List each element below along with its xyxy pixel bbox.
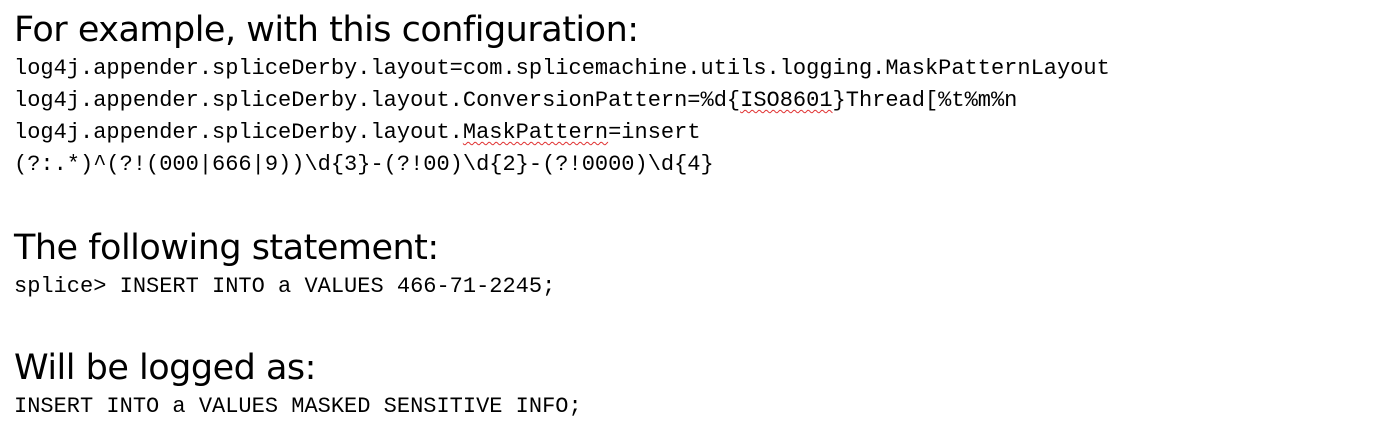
- statement-heading: The following statement:: [14, 228, 439, 268]
- config-code-block: log4j.appender.spliceDerby.layout=com.sp…: [14, 53, 1110, 181]
- spellcheck-flagged-word: MaskPattern: [462, 120, 609, 145]
- config-line-mask-after: =insert: [608, 120, 701, 145]
- config-line-regex: (?:.*)^(?!(000|666|9))\d{3}-(?!00)\d{2}-…: [14, 152, 714, 177]
- spellcheck-flagged-word: ISO8601: [740, 88, 833, 113]
- config-line-mask-before: log4j.appender.spliceDerby.layout.: [14, 120, 463, 145]
- logged-code-line: INSERT INTO a VALUES MASKED SENSITIVE IN…: [14, 394, 582, 419]
- logged-heading: Will be logged as:: [14, 348, 316, 388]
- config-line-conversion-pattern: log4j.appender.spliceDerby.layout.Conver…: [14, 85, 1110, 117]
- config-heading: For example, with this configuration:: [14, 10, 639, 50]
- config-line-conversion-before: log4j.appender.spliceDerby.layout.Conver…: [14, 88, 741, 113]
- config-line-layout: log4j.appender.spliceDerby.layout=com.sp…: [14, 56, 1110, 81]
- config-line-conversion-after: }Thread[%t%m%n: [832, 88, 1018, 113]
- statement-code-line: splice> INSERT INTO a VALUES 466-71-2245…: [14, 274, 556, 299]
- config-line-mask-pattern: log4j.appender.spliceDerby.layout.MaskPa…: [14, 117, 1110, 149]
